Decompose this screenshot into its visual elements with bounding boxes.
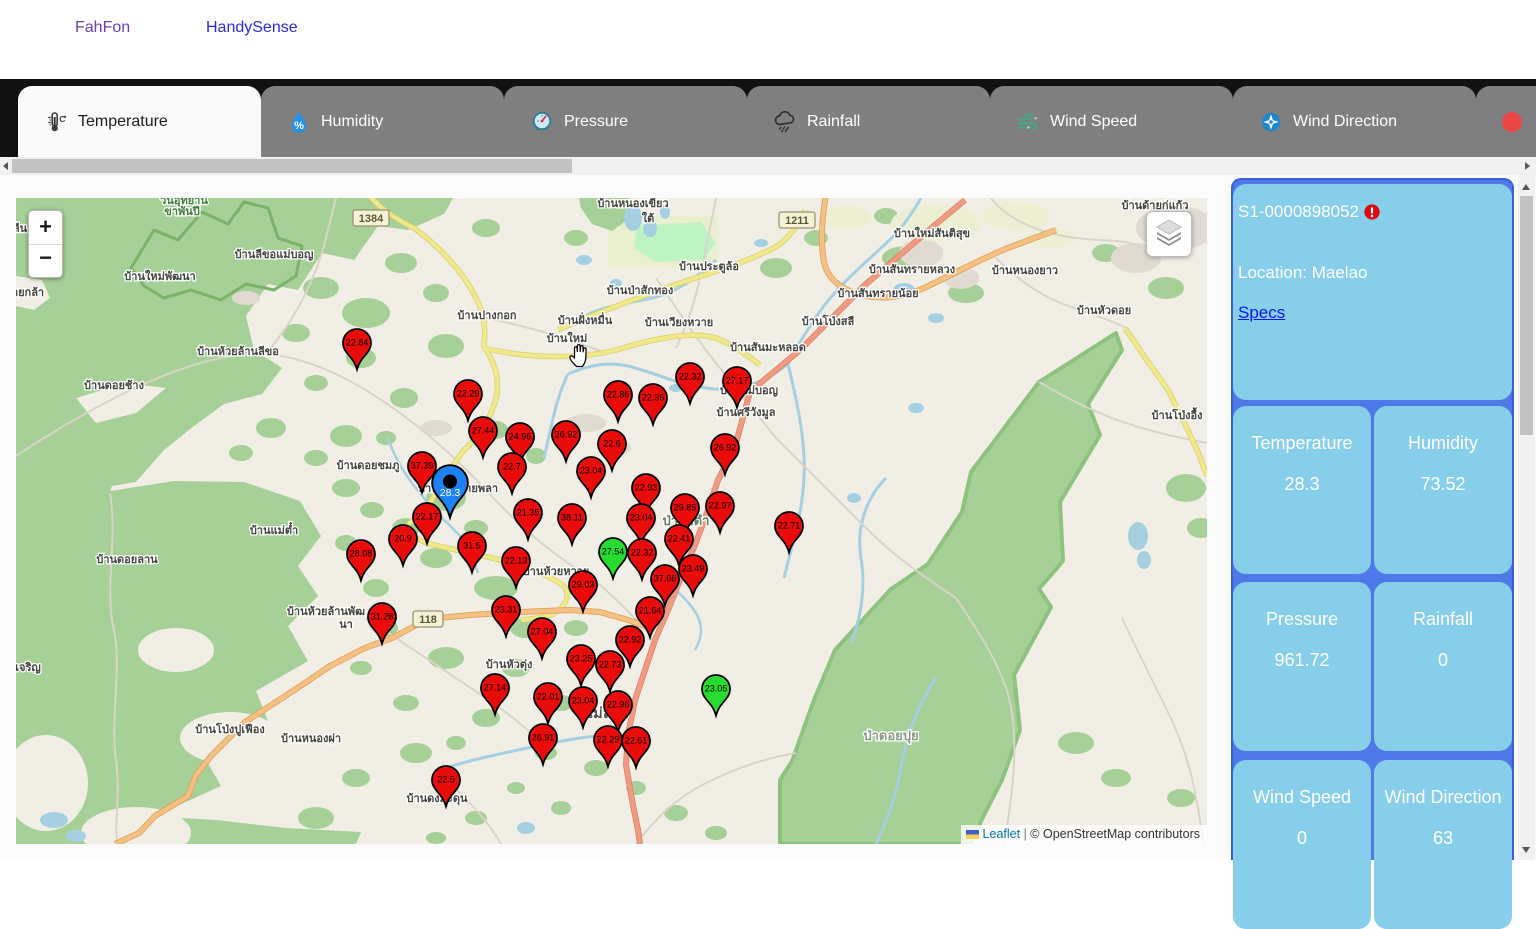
svg-text:22.71: 22.71 <box>778 520 801 530</box>
svg-text:บ้านป่าสักทอง: บ้านป่าสักทอง <box>607 284 673 297</box>
svg-text:บ้านลีขอแม่บอญ: บ้านลีขอแม่บอญ <box>235 248 314 261</box>
svg-text:บ้านใหม่: บ้านใหม่ <box>547 331 588 345</box>
svg-text:22.5: 22.5 <box>437 774 455 784</box>
svg-text:22.7: 22.7 <box>503 461 521 471</box>
svg-text:37.39: 37.39 <box>411 460 434 470</box>
svg-text:31.28: 31.28 <box>371 611 394 621</box>
svg-text:23.31: 23.31 <box>495 604 518 614</box>
svg-text:23.04: 23.04 <box>572 695 595 705</box>
svg-text:บ้านดอยช้าง: บ้านดอยช้าง <box>84 379 144 392</box>
svg-text:บ้านห้วยล้านพัฒ: บ้านห้วยล้านพัฒ <box>287 605 365 618</box>
svg-text:บ้านหนองยาว: บ้านหนองยาว <box>992 264 1058 277</box>
svg-text:ป่าดอยปุย: ป่าดอยปุย <box>863 728 918 744</box>
svg-text:22.92: 22.92 <box>619 634 642 644</box>
svg-text:23.04: 23.04 <box>580 465 603 475</box>
svg-text:23.25: 23.25 <box>570 653 593 663</box>
svg-text:26.92: 26.92 <box>555 429 578 439</box>
svg-text:27.17: 27.17 <box>726 375 749 385</box>
svg-text:29.85: 29.85 <box>674 502 697 512</box>
svg-text:22.01: 22.01 <box>537 691 560 701</box>
svg-text:บ้านดงมะดุน: บ้านดงมะดุน <box>406 792 467 806</box>
svg-text:%: % <box>294 120 304 132</box>
svg-text:21.35: 21.35 <box>517 507 540 517</box>
svg-text:บ้านใหม่สันติสุข: บ้านใหม่สันติสุข <box>894 226 970 241</box>
svg-text:ลีน: ลีน <box>16 222 28 235</box>
svg-text:22.41: 22.41 <box>668 533 691 543</box>
svg-text:23.05: 23.05 <box>705 683 728 693</box>
svg-text:บ้านหนองผ่า: บ้านหนองผ่า <box>281 732 341 745</box>
svg-text:22.96: 22.96 <box>607 699 630 709</box>
svg-text:บ้านสันมะหลอด: บ้านสันมะหลอด <box>730 341 806 354</box>
svg-text:บ้านหนองเขียว: บ้านหนองเขียว <box>597 198 668 210</box>
svg-text:22.29: 22.29 <box>457 388 480 398</box>
svg-text:29.03: 29.03 <box>572 579 595 589</box>
svg-text:24.96: 24.96 <box>509 431 532 441</box>
svg-text:บ้านศรีวังมูล: บ้านศรีวังมูล <box>716 406 775 420</box>
svg-text:21.64: 21.64 <box>639 605 662 615</box>
svg-text:C: C <box>59 114 65 124</box>
svg-text:22.93: 22.93 <box>635 482 658 492</box>
svg-text:22.36: 22.36 <box>642 392 665 402</box>
svg-text:27.14: 27.14 <box>484 682 507 692</box>
svg-text:เจริญ: เจริญ <box>16 661 41 674</box>
svg-text:23.49: 23.49 <box>682 563 705 573</box>
svg-text:27.04: 27.04 <box>531 626 554 636</box>
svg-text:22.13: 22.13 <box>505 555 528 565</box>
svg-text:27.54: 27.54 <box>602 546 625 556</box>
svg-text:บ้านหัวดอย: บ้านหัวดอย <box>1077 304 1131 317</box>
svg-text:37.66: 37.66 <box>654 573 677 583</box>
svg-text:22.29: 22.29 <box>597 734 620 744</box>
svg-text:31.5: 31.5 <box>463 540 481 550</box>
svg-text:22.32: 22.32 <box>631 547 654 557</box>
svg-text:บ้านดอยลาน: บ้านดอยลาน <box>96 553 158 566</box>
svg-text:28.08: 28.08 <box>350 548 373 558</box>
svg-text:บ้านดอยชมภู: บ้านดอยชมภู <box>337 459 400 473</box>
svg-text:บ้านสันทรายหลวง: บ้านสันทรายหลวง <box>869 263 955 276</box>
svg-text:บ้านสันทรายน้อย: บ้านสันทรายน้อย <box>837 287 918 300</box>
svg-text:1211: 1211 <box>785 215 809 227</box>
svg-text:บ้านโป่งปูเฟือง: บ้านโป่งปูเฟือง <box>195 722 264 737</box>
svg-text:นา: นา <box>339 619 353 631</box>
svg-text:22.61: 22.61 <box>625 735 648 745</box>
svg-text:22.86: 22.86 <box>607 389 630 399</box>
svg-text:บ้านฝั่งหมื่น: บ้านฝั่งหมื่น <box>558 312 613 327</box>
svg-text:26.92: 26.92 <box>714 442 737 452</box>
svg-text:ใต้: ใต้ <box>642 211 655 225</box>
svg-text:ขาพันปี: ขาพันปี <box>164 205 199 218</box>
svg-text:บ้านใหม่พัฒนา: บ้านใหม่พัฒนา <box>124 269 195 283</box>
svg-text:26.91: 26.91 <box>532 732 555 742</box>
svg-text:22.6: 22.6 <box>603 438 621 448</box>
svg-text:22.84: 22.84 <box>346 337 369 347</box>
svg-text:22.17: 22.17 <box>416 511 439 521</box>
svg-text:บ้านเวียงหวาย: บ้านเวียงหวาย <box>645 316 713 329</box>
svg-text:27.44: 27.44 <box>472 425 495 435</box>
svg-text:22.73: 22.73 <box>599 659 622 669</box>
svg-text:22.32: 22.32 <box>679 371 702 381</box>
svg-text:บ้านห้วยล้านลีขอ: บ้านห้วยล้านลีขอ <box>197 345 279 358</box>
svg-text:บ้านโป่งสลี: บ้านโป่งสลี <box>802 314 855 328</box>
svg-text:1384: 1384 <box>359 213 384 225</box>
svg-text:28.3: 28.3 <box>440 487 461 499</box>
svg-text:วยกล้า: วยกล้า <box>16 286 44 299</box>
svg-text:บ้านปางกอก: บ้านปางกอก <box>457 309 516 322</box>
svg-text:22.97: 22.97 <box>709 500 732 510</box>
svg-text:บ้านโป่งอื้ง: บ้านโป่งอื้ง <box>1152 407 1203 422</box>
svg-text:38.11: 38.11 <box>561 512 583 522</box>
svg-text:118: 118 <box>419 614 437 626</box>
svg-text:23.04: 23.04 <box>630 512 653 522</box>
svg-text:20.9: 20.9 <box>394 533 412 543</box>
svg-text:บ้านประตูล้อ: บ้านประตูล้อ <box>679 260 739 274</box>
svg-text:บ้านหัวตุ่ง: บ้านหัวตุ่ง <box>486 658 533 672</box>
